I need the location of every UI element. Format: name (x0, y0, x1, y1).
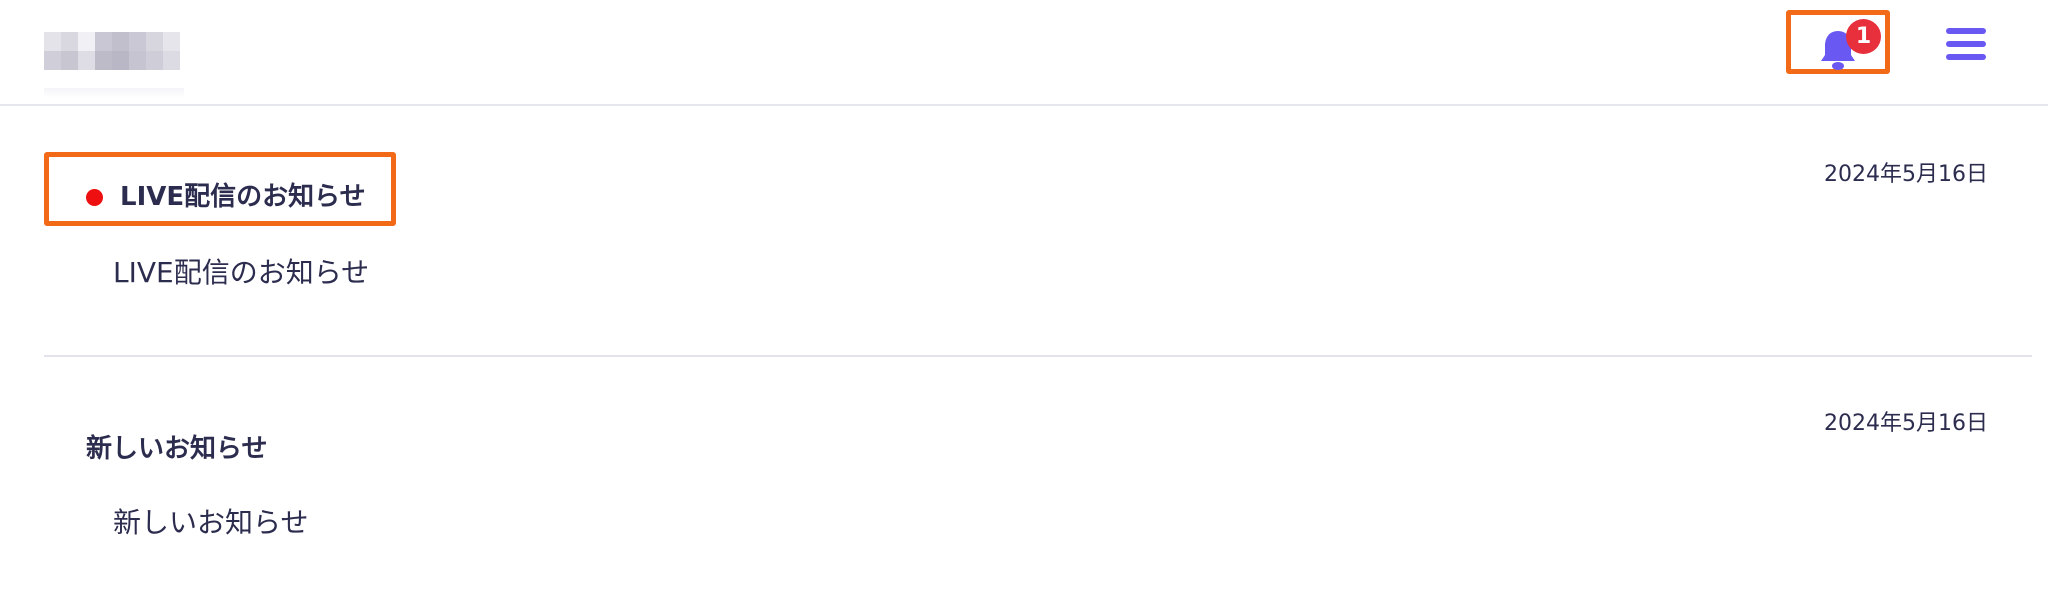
logo-tile (95, 32, 112, 51)
notification-count-badge: 1 (1846, 19, 1881, 54)
logo-tile (44, 32, 61, 51)
logo-tile (146, 32, 163, 51)
menu-bar (1946, 28, 1986, 34)
logo-tile (129, 51, 146, 70)
notification-bell-highlight[interactable]: 1 (1786, 10, 1890, 74)
notification-date: 2024年5月16日 (1824, 411, 1988, 436)
logo-tile (61, 32, 78, 51)
menu-bar (1946, 41, 1986, 47)
logo-tile (78, 51, 95, 70)
logo-tile (112, 51, 129, 70)
hamburger-menu-icon[interactable] (1946, 28, 1986, 64)
logo-tile (146, 51, 163, 70)
logo-blurred[interactable] (44, 32, 180, 70)
logo-tile (163, 32, 180, 51)
list-divider (44, 355, 2032, 357)
notification-title[interactable]: 新しいお知らせ (86, 428, 267, 465)
logo-tile (112, 32, 129, 51)
notification-date: 2024年5月16日 (1824, 162, 1988, 187)
logo-shadow (44, 88, 184, 98)
logo-tile (95, 51, 112, 70)
unread-indicator-dot (86, 189, 103, 206)
notification-body: LIVE配信のお知らせ (113, 256, 370, 289)
logo-tile (61, 51, 78, 70)
menu-bar (1946, 54, 1986, 60)
app-header: 1 (0, 0, 2048, 106)
notification-title[interactable]: LIVE配信のお知らせ (120, 176, 366, 213)
logo-tile (44, 51, 61, 70)
notification-body: 新しいお知らせ (113, 506, 309, 539)
logo-tile (129, 32, 146, 51)
logo-tile (78, 32, 95, 51)
logo-tile (163, 51, 180, 70)
